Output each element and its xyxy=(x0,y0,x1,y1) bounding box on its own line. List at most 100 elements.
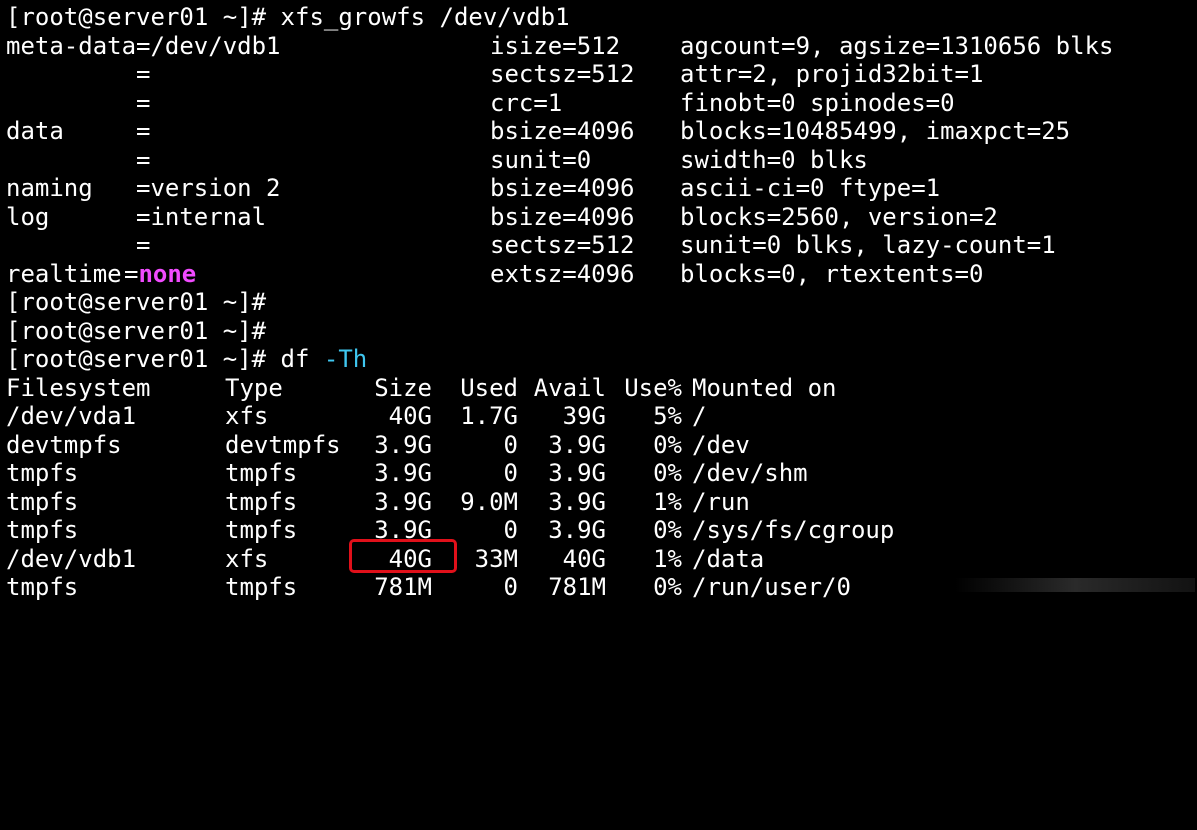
cell-used: 9.0M xyxy=(460,487,518,516)
cell-type: xfs xyxy=(225,544,269,573)
cell-type: tmpfs xyxy=(225,516,298,544)
xfs-info-row: = crc=1 finobt=0 spinodes=0 xyxy=(6,89,1191,118)
cell-filesystem: /dev/vdb1 xyxy=(6,544,137,573)
cell-avail: 3.9G xyxy=(548,430,606,459)
header-filesystem: Filesystem xyxy=(6,373,151,402)
header-use-percent: Use% xyxy=(624,373,682,402)
xfs-section: data xyxy=(6,117,64,145)
xfs-info: sunit=0 blks, lazy-count=1 xyxy=(680,231,1056,259)
xfs-info: finobt=0 spinodes=0 xyxy=(680,88,955,117)
xfs-field: =internal xyxy=(136,202,267,231)
cell-avail: 3.9G xyxy=(548,516,606,544)
xfs-info-row: = sunit=0 swidth=0 blks xyxy=(6,146,1191,175)
cell-mounted-on: /sys/fs/cgroup xyxy=(692,516,895,544)
cell-used: 0 xyxy=(503,516,518,544)
command-line-xfs-growfs: [root@server01 ~]# xfs_growfs /dev/vdb1 xyxy=(6,3,1191,32)
xfs-section: realtime xyxy=(6,259,122,288)
cell-filesystem: /dev/vda1 xyxy=(6,402,137,430)
xfs-field: =/dev/vdb1 xyxy=(136,31,281,60)
xfs-info: attr=2, projid32bit=1 xyxy=(680,60,984,88)
cell-filesystem: tmpfs xyxy=(6,516,79,544)
terminal-window[interactable]: [root@server01 ~]# xfs_growfs /dev/vdb1 … xyxy=(6,3,1191,601)
xfs-param: bsize=4096 xyxy=(490,202,635,231)
cell-type: tmpfs xyxy=(225,573,298,601)
xfs-param: crc=1 xyxy=(490,88,563,117)
command-text: df xyxy=(280,345,310,373)
cell-mounted-on: /run/user/0 xyxy=(692,573,851,601)
xfs-info: swidth=0 blks xyxy=(680,145,868,174)
xfs-field: = xyxy=(136,145,151,174)
cell-filesystem: tmpfs xyxy=(6,573,79,601)
df-row: tmpfs tmpfs 3.9G 0 3.9G 0% /dev/shm xyxy=(6,459,1191,488)
command-flag: -Th xyxy=(323,345,368,373)
xfs-param: bsize=4096 xyxy=(490,174,635,202)
header-mounted-on: Mounted on xyxy=(692,373,837,402)
df-row: /dev/vdb1 xfs 40G 33M 40G 1% /data xyxy=(6,545,1191,574)
empty-prompt-line: [root@server01 ~]# xyxy=(6,316,267,345)
xfs-info-row: = sectsz=512 attr=2, projid32bit=1 xyxy=(6,60,1191,89)
xfs-info: blocks=2560, version=2 xyxy=(680,202,998,231)
xfs-section: meta-data xyxy=(6,31,137,60)
cell-size: 3.9G xyxy=(374,430,432,459)
cell-type: devtmpfs xyxy=(225,430,341,459)
cell-use-percent: 0% xyxy=(653,573,682,601)
xfs-field: =none xyxy=(124,260,196,289)
cell-used: 0 xyxy=(503,573,518,601)
xfs-param: sectsz=512 xyxy=(490,231,635,259)
header-avail: Avail xyxy=(533,373,606,402)
xfs-info-row: naming =version 2 bsize=4096 ascii-ci=0 … xyxy=(6,174,1191,203)
xfs-realtime-row: realtime =none extsz=4096 blocks=0, rtex… xyxy=(6,260,1191,289)
cell-filesystem: devtmpfs xyxy=(6,430,122,459)
cell-used: 0 xyxy=(503,430,518,459)
xfs-info-row: = sectsz=512 sunit=0 blks, lazy-count=1 xyxy=(6,231,1191,260)
cell-use-percent: 5% xyxy=(653,402,682,430)
cell-mounted-on: /dev xyxy=(692,430,750,459)
xfs-info: blocks=0, rtextents=0 xyxy=(680,259,984,288)
cell-avail: 781M xyxy=(548,573,606,601)
cell-mounted-on: /run xyxy=(692,487,750,516)
cell-size: 3.9G xyxy=(374,459,432,487)
shell-prompt: [root@server01 ~]# xyxy=(6,345,281,373)
xfs-info: ascii-ci=0 ftype=1 xyxy=(680,174,941,202)
df-row: tmpfs tmpfs 3.9G 0 3.9G 0% /sys/fs/cgrou… xyxy=(6,516,1191,545)
xfs-field: = xyxy=(136,117,151,145)
cell-mounted-on: /dev/shm xyxy=(692,459,808,487)
cell-use-percent: 0% xyxy=(653,516,682,544)
command-text: xfs_growfs /dev/vdb1 xyxy=(280,3,570,31)
xfs-field: = xyxy=(136,231,151,259)
xfs-info-row: data = bsize=4096 blocks=10485499, imaxp… xyxy=(6,117,1191,146)
watermark xyxy=(955,578,1195,592)
annotation-highlight-box xyxy=(349,539,457,573)
cell-mounted-on: / xyxy=(692,402,707,430)
cell-avail: 3.9G xyxy=(548,487,606,516)
xfs-section: log xyxy=(6,202,50,231)
header-type: Type xyxy=(225,373,283,402)
header-size: Size xyxy=(374,373,432,402)
xfs-param: sectsz=512 xyxy=(490,60,635,88)
xfs-param: isize=512 xyxy=(490,31,621,60)
cell-filesystem: tmpfs xyxy=(6,487,79,516)
cell-use-percent: 1% xyxy=(653,487,682,516)
cell-mounted-on: /data xyxy=(692,544,765,573)
shell-prompt: [root@server01 ~]# xyxy=(6,3,281,31)
cell-used: 0 xyxy=(503,459,518,487)
cell-type: xfs xyxy=(225,402,269,430)
empty-prompt-line: [root@server01 ~]# xyxy=(6,288,267,316)
cell-type: tmpfs xyxy=(225,459,298,487)
equals-sign: = xyxy=(124,259,139,288)
cell-avail: 40G xyxy=(562,544,606,573)
xfs-section: naming xyxy=(6,174,93,202)
cell-avail: 39G xyxy=(562,402,606,430)
cell-use-percent: 0% xyxy=(653,459,682,487)
cell-use-percent: 0% xyxy=(653,430,682,459)
cell-avail: 3.9G xyxy=(548,459,606,487)
df-header-row: Filesystem Type Size Used Avail Use% Mou… xyxy=(6,374,1191,403)
xfs-field: = xyxy=(136,88,151,117)
xfs-param: extsz=4096 xyxy=(490,259,635,288)
command-line-df: [root@server01 ~]# df -Th xyxy=(6,345,1191,374)
df-row: tmpfs tmpfs 3.9G 9.0M 3.9G 1% /run xyxy=(6,488,1191,517)
cell-type: tmpfs xyxy=(225,487,298,516)
cell-use-percent: 1% xyxy=(653,544,682,573)
xfs-info-row: log =internal bsize=4096 blocks=2560, ve… xyxy=(6,203,1191,232)
cell-size: 781M xyxy=(374,573,432,601)
